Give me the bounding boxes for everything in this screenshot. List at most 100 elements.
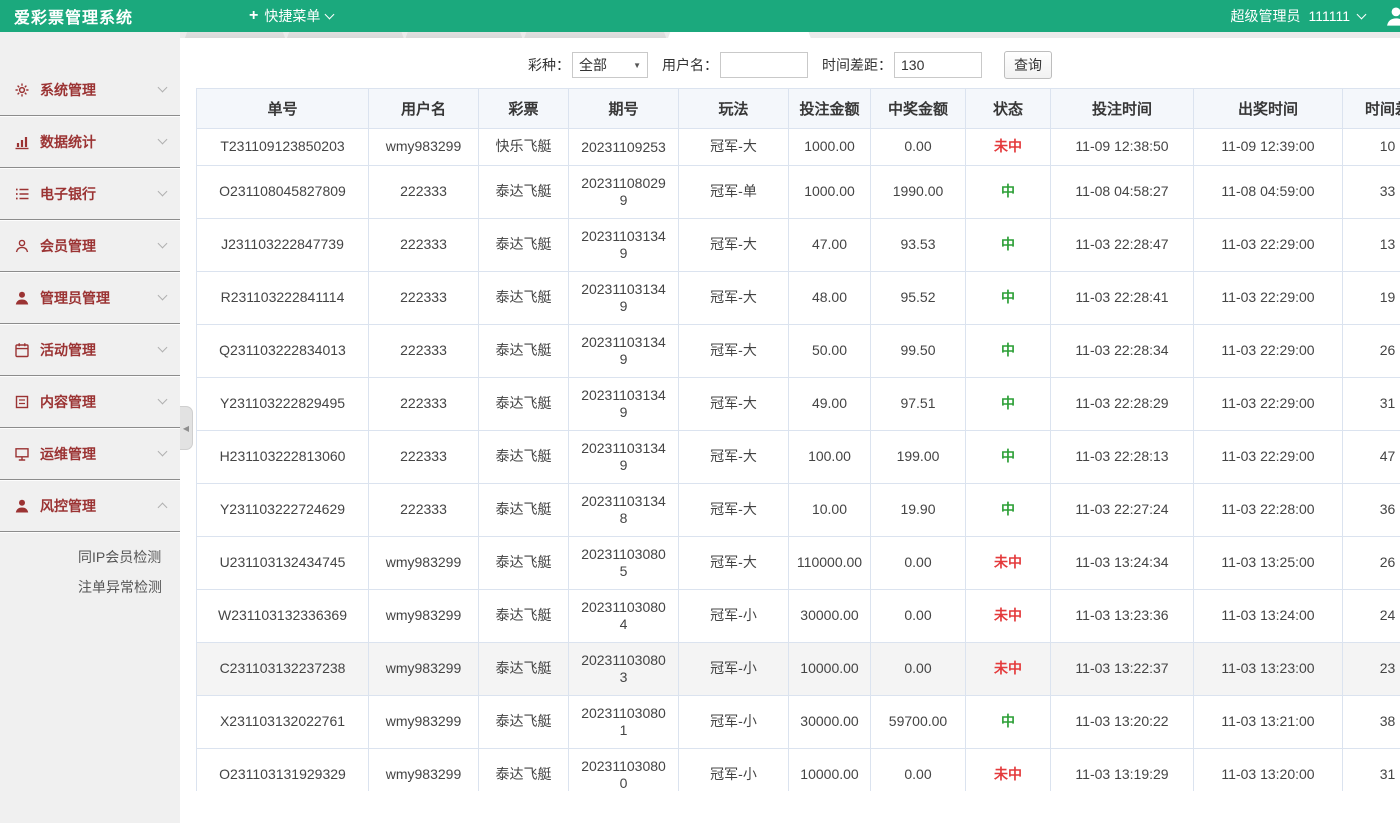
cell-play: 冠军-小 [678, 694, 789, 749]
status-badge: 未中 [994, 766, 1022, 783]
chevron-down-icon [1356, 9, 1367, 19]
cell-draw_time: 11-03 13:21:00 [1193, 694, 1343, 749]
cell-no: J231103222847739 [196, 217, 369, 272]
collapse-arrow-icon: ◀ [182, 423, 190, 433]
cell-win: 95.52 [870, 270, 966, 325]
cell-diff: 19 [1342, 270, 1400, 325]
sidebar-item-label: 活动管理 [40, 341, 96, 358]
cell-user: wmy983299 [368, 128, 479, 166]
column-header-draw_time: 出奖时间 [1193, 88, 1343, 129]
cell-diff: 13 [1342, 217, 1400, 272]
cell-status: 未中 [965, 128, 1051, 166]
table-row: O231108045827809 222333 泰达飞艇 202311080299 冠军… [196, 164, 1400, 219]
cell-user: 222333 [368, 270, 479, 325]
cell-bet: 10000.00 [788, 641, 871, 696]
quick-menu-button[interactable]: + 快捷菜单 [249, 6, 335, 26]
app-title: 爱彩票管理系统 [14, 10, 134, 27]
column-header-status: 状态 [965, 88, 1051, 129]
sidebar-item-member-mgmt[interactable]: 会员管理 [0, 220, 180, 272]
cell-diff: 31 [1342, 747, 1400, 791]
user-icon[interactable] [1383, 5, 1400, 27]
user-menu[interactable]: 超级管理员 111111 [1230, 6, 1367, 26]
cell-issue: 202311031349 [568, 323, 679, 378]
cell-play: 冠军-单 [678, 164, 789, 219]
cell-lottery: 泰达飞艇 [478, 694, 569, 749]
search-button[interactable]: 查询 [1004, 51, 1052, 79]
chevron-down-icon [157, 134, 168, 145]
table-row: W231103132336369 wmy983299 泰达飞艇 20231103080… [196, 588, 1400, 643]
cell-issue: 202311030801 [568, 694, 679, 749]
sidebar-submenu-risk-mgmt: 同IP会员检测 注单异常检测 [0, 532, 180, 606]
sidebar-subitem-same-ip-member-check[interactable]: 同IP会员检测 [0, 542, 180, 572]
cell-bet_time: 11-03 22:28:13 [1050, 429, 1194, 484]
time-gap-input[interactable] [894, 52, 982, 78]
sidebar-item-system-mgmt[interactable]: 系统管理 [0, 64, 180, 116]
cell-diff: 31 [1342, 376, 1400, 431]
lottery-select[interactable]: 全部 ▼ [572, 52, 648, 78]
cell-lottery: 泰达飞艇 [478, 217, 569, 272]
cell-status: 中 [965, 482, 1051, 537]
sidebar-item-data-stats[interactable]: 数据统计 [0, 116, 180, 168]
cell-no: O231108045827809 [196, 164, 369, 219]
cell-no: R231103222841114 [196, 270, 369, 325]
quick-menu-label: 快捷菜单 [264, 8, 321, 24]
sidebar-item-e-bank[interactable]: 电子银行 [0, 168, 180, 220]
cell-win: 0.00 [870, 588, 966, 643]
cell-draw_time: 11-03 13:23:00 [1193, 641, 1343, 696]
cell-status: 未中 [965, 747, 1051, 791]
cell-status: 中 [965, 694, 1051, 749]
status-badge: 中 [1001, 713, 1015, 730]
cell-no: W231103132336369 [196, 588, 369, 643]
cell-status: 中 [965, 429, 1051, 484]
sidebar-item-risk-mgmt[interactable]: 风控管理 [0, 480, 180, 532]
sidebar-item-activity-mgmt[interactable]: 活动管理 [0, 324, 180, 376]
cell-bet_time: 11-03 22:28:41 [1050, 270, 1194, 325]
cell-user: wmy983299 [368, 747, 479, 791]
cell-win: 99.50 [870, 323, 966, 378]
cell-bet_time: 11-03 13:20:22 [1050, 694, 1194, 749]
sidebar-collapse-handle[interactable]: ◀ [180, 406, 193, 450]
status-badge: 未中 [994, 660, 1022, 677]
cell-play: 冠军-小 [678, 641, 789, 696]
cell-diff: 26 [1342, 323, 1400, 378]
cell-bet_time: 11-03 22:28:47 [1050, 217, 1194, 272]
sidebar-item-label: 系统管理 [40, 81, 96, 98]
chevron-down-icon [157, 394, 168, 405]
cell-bet: 10000.00 [788, 747, 871, 791]
cell-issue: 202311080299 [568, 164, 679, 219]
status-badge: 中 [1001, 448, 1015, 465]
gear-icon [15, 83, 29, 96]
cell-bet_time: 11-03 22:28:34 [1050, 323, 1194, 378]
sidebar-item-admin-mgmt[interactable]: 管理员管理 [0, 272, 180, 324]
sidebar-item-label: 电子银行 [40, 185, 96, 202]
cell-play: 冠军-大 [678, 217, 789, 272]
username-input[interactable] [720, 52, 808, 78]
user-outline-icon [15, 239, 29, 252]
lottery-filter-label: 彩种： [528, 57, 570, 73]
table-row: R231103222841114 222333 泰达飞艇 202311031349 冠军… [196, 270, 1400, 325]
cell-draw_time: 11-03 13:24:00 [1193, 588, 1343, 643]
status-badge: 未中 [994, 554, 1022, 571]
user-name: 111111 [1308, 8, 1350, 24]
table-row: C231103132237238 wmy983299 泰达飞艇 20231103080… [196, 641, 1400, 696]
sidebar-item-ops-mgmt[interactable]: 运维管理 [0, 428, 180, 480]
cell-bet_time: 11-03 22:27:24 [1050, 482, 1194, 537]
cell-win: 19.90 [870, 482, 966, 537]
table-row: X231103132022761 wmy983299 泰达飞艇 20231103080… [196, 694, 1400, 749]
cell-win: 97.51 [870, 376, 966, 431]
table-row: U231103132434745 wmy983299 泰达飞艇 20231103080… [196, 535, 1400, 590]
sidebar-item-label: 运维管理 [40, 445, 96, 462]
column-header-bet_time: 投注时间 [1050, 88, 1194, 129]
sidebar-item-content-mgmt[interactable]: 内容管理 [0, 376, 180, 428]
cell-user: 222333 [368, 217, 479, 272]
cell-user: wmy983299 [368, 694, 479, 749]
cell-user: 222333 [368, 376, 479, 431]
cell-win: 199.00 [870, 429, 966, 484]
cell-play: 冠军-大 [678, 482, 789, 537]
table-row: Q231103222834013 222333 泰达飞艇 202311031349 冠军… [196, 323, 1400, 378]
sidebar-subitem-abnormal-bet-check[interactable]: 注单异常检测 [0, 572, 180, 602]
status-badge: 未中 [994, 138, 1022, 155]
issue-number: 202311030805 [581, 545, 666, 579]
ops-icon [15, 447, 29, 461]
cell-no: X231103132022761 [196, 694, 369, 749]
